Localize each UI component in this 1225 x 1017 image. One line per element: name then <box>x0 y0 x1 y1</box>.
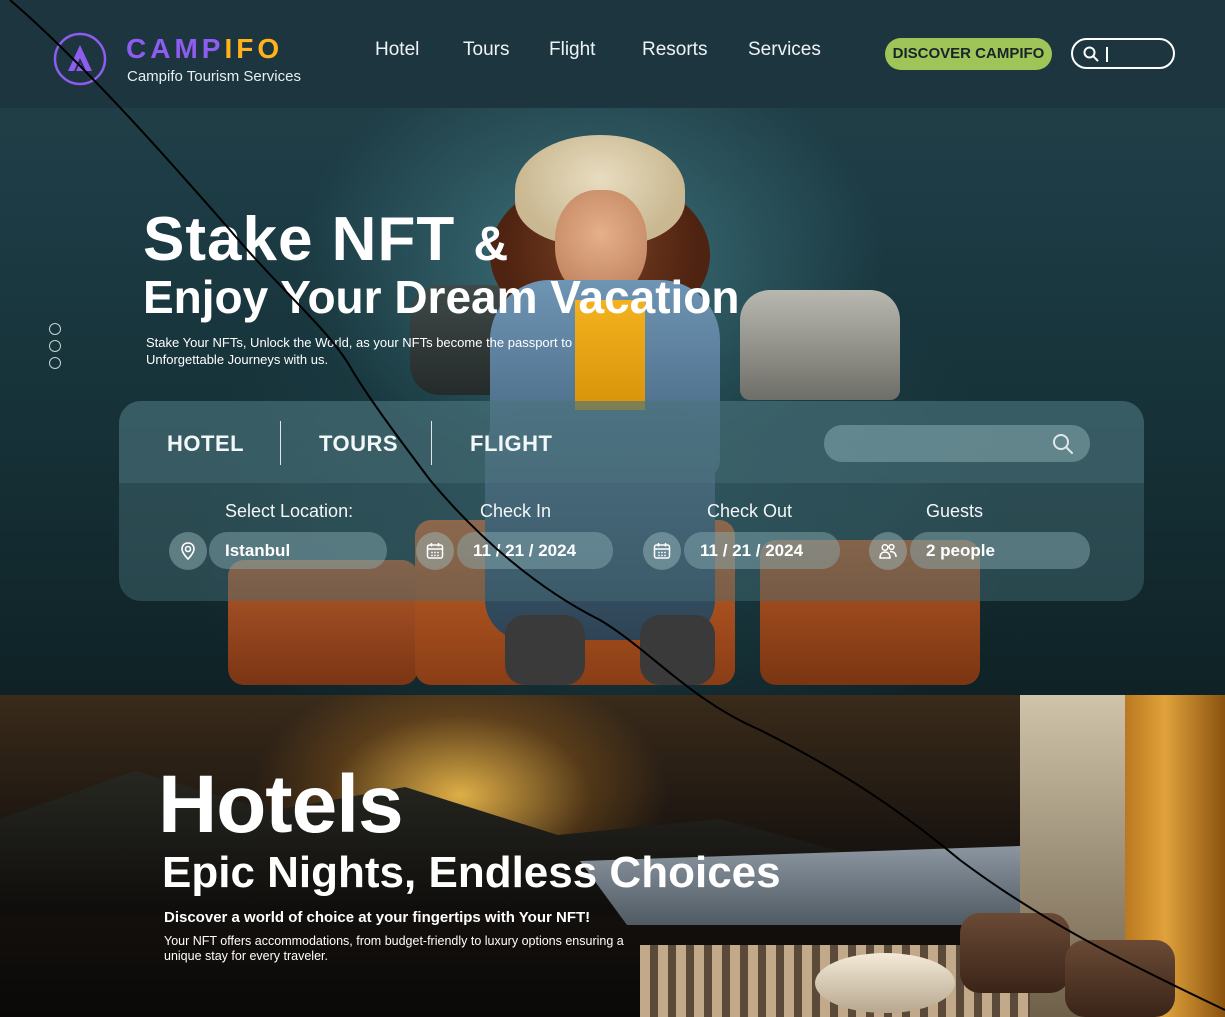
hotels-title: Hotels <box>158 759 404 850</box>
slider-dot[interactable] <box>49 357 61 369</box>
people-icon <box>879 543 897 559</box>
slider-dot[interactable] <box>49 340 61 352</box>
guests-label: Guests <box>926 501 984 521</box>
hotels-lead: Discover a world of choice at your finge… <box>164 909 591 926</box>
brand-name-tail: IFO <box>224 33 284 64</box>
terrace-table <box>815 953 955 1013</box>
hero-title: Stake NFT & <box>143 204 509 275</box>
traveler-shoe <box>505 615 585 685</box>
terrace-chair <box>1065 940 1175 1017</box>
slider-dots <box>49 323 61 374</box>
check-in-label: Check In <box>480 501 552 521</box>
tab-tours[interactable]: TOURS <box>319 431 398 457</box>
bag-image <box>740 290 900 400</box>
location-select[interactable]: Istanbul <box>209 532 387 569</box>
booking-panel: HOTEL TOURS FLIGHT Select Location: Ista… <box>119 401 1144 601</box>
hero-description: Stake Your NFTs, Unlock the World, as yo… <box>146 335 573 367</box>
nav-link-hotel[interactable]: Hotel <box>375 39 419 61</box>
campifo-logo-icon[interactable] <box>52 31 108 87</box>
hotels-description: Your NFT offers accommodations, from bud… <box>164 934 624 963</box>
tab-divider <box>280 421 281 465</box>
booking-search-input[interactable] <box>824 425 1090 462</box>
nav-link-services[interactable]: Services <box>748 39 821 61</box>
guests-icon-wrap <box>869 532 907 570</box>
hero-title-amp: & <box>473 218 510 271</box>
tab-divider <box>431 421 432 465</box>
guests-select[interactable]: 2 people <box>910 532 1090 569</box>
check-out-date-input[interactable]: 11 / 21 / 2024 <box>684 532 840 569</box>
nav-search-input[interactable] <box>1071 38 1175 69</box>
discover-campifo-button[interactable]: DISCOVER CAMPIFO <box>885 38 1052 70</box>
calendar-icon <box>653 543 671 559</box>
slider-dot[interactable] <box>49 323 61 335</box>
check-out-label: Check Out <box>707 501 793 521</box>
booking-tabs-bar: HOTEL TOURS FLIGHT <box>119 401 1144 483</box>
terrace-chair <box>960 913 1070 993</box>
top-navbar: CAMPIFO Campifo Tourism Services Hotel T… <box>0 0 1225 108</box>
nav-link-tours[interactable]: Tours <box>463 39 509 61</box>
check-out-icon-wrap <box>643 532 681 570</box>
check-in-icon-wrap <box>416 532 454 570</box>
location-icon-wrap <box>169 532 207 570</box>
search-icon[interactable] <box>1083 46 1099 62</box>
location-label: Select Location: <box>225 501 354 521</box>
text-cursor <box>1106 47 1108 62</box>
tab-flight[interactable]: FLIGHT <box>470 431 552 457</box>
calendar-icon <box>426 543 444 559</box>
brand-name[interactable]: CAMPIFO <box>126 33 283 65</box>
search-icon[interactable] <box>1052 433 1074 455</box>
tab-hotel[interactable]: HOTEL <box>167 431 244 457</box>
nav-link-flight[interactable]: Flight <box>549 39 595 61</box>
hero-title-line1: Stake NFT <box>143 205 456 274</box>
nav-link-resorts[interactable]: Resorts <box>642 39 707 61</box>
hero-subtitle: Enjoy Your Dream Vacation <box>143 271 740 323</box>
traveler-shoe <box>640 615 715 685</box>
check-in-date-input[interactable]: 11 / 21 / 2024 <box>457 532 613 569</box>
location-pin-icon <box>181 542 195 561</box>
hotels-subtitle: Epic Nights, Endless Choices <box>162 848 781 897</box>
brand-name-main: CAMP <box>126 33 225 64</box>
brand-tagline: Campifo Tourism Services <box>127 68 301 85</box>
